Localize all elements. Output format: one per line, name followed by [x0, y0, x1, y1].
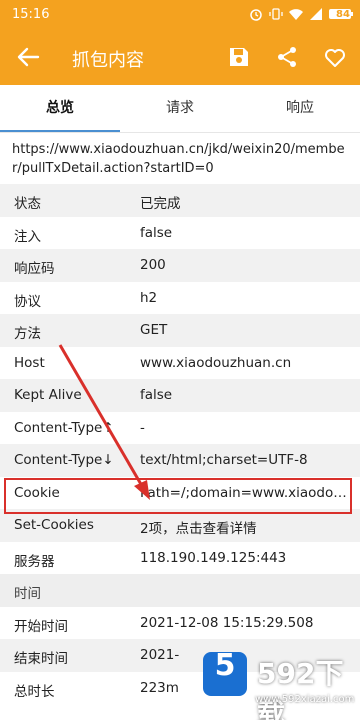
row-value: www.xiaodouzhuan.cn: [140, 354, 292, 371]
row-key: Set-Cookies: [14, 517, 94, 533]
row-key: Kept Alive: [14, 387, 82, 403]
back-arrow-icon[interactable]: [14, 43, 42, 71]
row-start-time: 开始时间 2021-12-08 15:15:29.508: [0, 607, 360, 640]
row-status: 状态 已完成: [0, 184, 360, 217]
row-key: 注入: [14, 228, 41, 245]
row-value: -: [140, 419, 145, 436]
watermark: 5 592下载 www.592xiazai.com: [195, 644, 355, 720]
row-key: 状态: [14, 196, 41, 212]
row-key: Content-Type↓: [14, 452, 114, 468]
row-key: 结束时间: [14, 651, 68, 667]
row-value: 已完成: [140, 196, 181, 212]
row-key: 方法: [14, 326, 41, 342]
app-bar: 抓包内容: [0, 30, 360, 85]
row-server: 服务器 118.190.149.125:443: [0, 542, 360, 575]
watermark-url: www.592xiazai.com: [255, 694, 355, 705]
row-value: text/html;charset=UTF-8: [140, 452, 308, 468]
tab-bar: 总览 请求 响应: [0, 85, 360, 133]
watermark-title: 592下载: [257, 657, 344, 720]
section-header-time: 时间: [0, 574, 360, 607]
row-content-type-up: Content-Type↑ -: [0, 412, 360, 445]
row-content-type-down: Content-Type↓ text/html;charset=UTF-8: [0, 444, 360, 477]
row-value: 118.190.149.125:443: [140, 549, 287, 566]
tab-divider: [0, 132, 360, 133]
detail-list: 状态 已完成 注入 false 响应码 200 协议 h2 方法 GET Host www.…: [0, 184, 360, 704]
status-time: 15:16: [12, 7, 50, 22]
signal-icon: [310, 8, 322, 20]
row-value: 2021-12-08 15:15:29.508: [140, 614, 314, 631]
row-key: 开始时间: [14, 618, 68, 635]
row-value: GET: [140, 322, 168, 338]
row-key: 总时长: [14, 683, 55, 700]
row-protocol: 协议 h2: [0, 282, 360, 315]
row-value: 200: [140, 257, 166, 273]
row-set-cookies[interactable]: Set-Cookies 2项，点击查看详情: [0, 509, 360, 542]
status-bar: 15:16 84: [0, 0, 360, 30]
row-kept-alive: Kept Alive false: [0, 379, 360, 412]
status-icons: 84: [248, 6, 354, 22]
tab-request[interactable]: 请求: [120, 85, 240, 133]
row-method: 方法 GET: [0, 314, 360, 347]
row-value: Path=/;domain=www.xiaodouzhuan.cn: [140, 484, 352, 501]
alarm-icon: [250, 9, 262, 21]
wifi-icon: [289, 9, 303, 20]
heart-icon[interactable]: [322, 44, 348, 70]
vibrate-icon: [269, 8, 283, 20]
row-key: 协议: [14, 293, 41, 310]
row-value: h2: [140, 289, 158, 306]
row-value: false: [140, 224, 173, 241]
row-key: Host: [14, 354, 45, 371]
row-status-code: 响应码 200: [0, 249, 360, 282]
battery-level: 84: [336, 8, 350, 20]
tab-response[interactable]: 响应: [240, 85, 360, 133]
row-value: false: [140, 387, 173, 403]
row-host: Host www.xiaodouzhuan.cn: [0, 347, 360, 380]
page-title: 抓包内容: [72, 50, 144, 71]
tab-overview[interactable]: 总览: [0, 85, 120, 133]
row-key: 服务器: [14, 553, 55, 570]
share-icon[interactable]: [274, 44, 300, 70]
save-icon[interactable]: [226, 44, 252, 70]
row-inject: 注入 false: [0, 217, 360, 250]
request-url[interactable]: https://www.xiaodouzhuan.cn/jkd/weixin20…: [12, 140, 352, 178]
row-key: Cookie: [14, 484, 60, 501]
row-cookie[interactable]: Cookie Path=/;domain=www.xiaodouzhuan.cn: [0, 477, 360, 510]
row-key: 响应码: [14, 261, 55, 277]
row-key: Content-Type↑: [14, 419, 114, 436]
watermark-logo-text: 5: [214, 648, 236, 683]
row-value: 2项，点击查看详情: [140, 521, 257, 537]
section-title: 时间: [14, 586, 41, 602]
